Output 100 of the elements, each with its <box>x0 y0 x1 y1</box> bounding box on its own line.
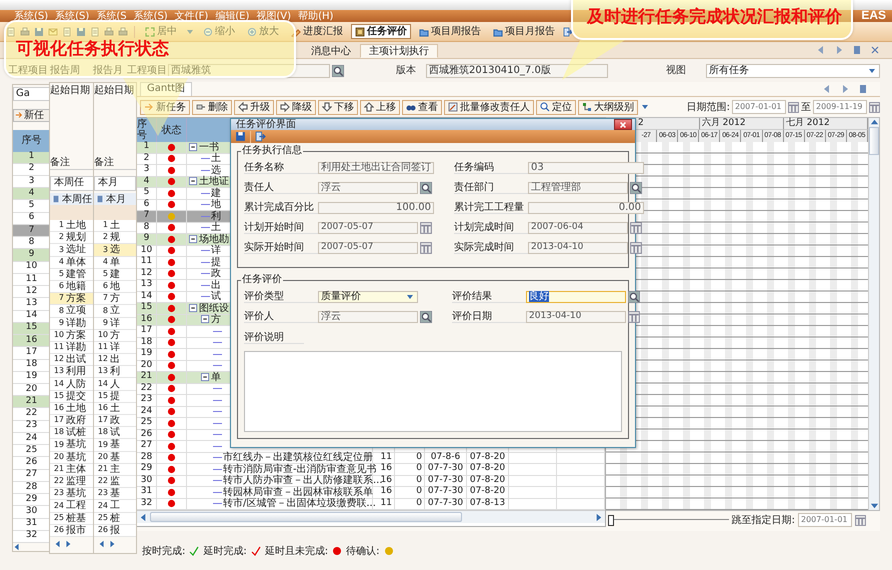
document-icon[interactable] <box>90 26 100 36</box>
comment-field[interactable] <box>244 351 622 432</box>
close-button[interactable] <box>614 119 632 130</box>
collapse-icon[interactable] <box>189 177 198 186</box>
search-icon[interactable] <box>420 310 432 322</box>
collapse-icon[interactable] <box>201 315 210 324</box>
task-row[interactable]: 5 建 <box>94 268 136 281</box>
printer-icon[interactable] <box>104 26 114 36</box>
view-dropdown[interactable]: 所有任务 <box>706 64 880 78</box>
calendar-icon[interactable] <box>788 102 799 112</box>
task-row[interactable]: 23 基坑 <box>50 488 94 500</box>
toolbar-button[interactable]: 升级 <box>234 100 274 114</box>
close-icon[interactable] <box>870 45 880 55</box>
window-tab[interactable]: 消息中心 <box>302 44 360 58</box>
task-row[interactable]: 26 报市 <box>50 524 94 537</box>
task-row[interactable]: 1 土 <box>94 220 136 232</box>
triangle-right-icon[interactable] <box>840 84 850 94</box>
task-row[interactable]: 6 地籍 <box>50 280 94 294</box>
task-row[interactable]: 17 政府 <box>50 415 94 428</box>
scroll-right-icon[interactable] <box>64 540 72 548</box>
toolbar-button[interactable]: 查看 <box>402 100 442 114</box>
task-row[interactable]: 11 详勘 <box>50 342 94 354</box>
task-row[interactable]: 12 出试 <box>50 354 94 366</box>
task-row[interactable]: 2 规 <box>94 232 136 244</box>
date-field[interactable]: 2009-11-19 <box>813 100 867 114</box>
task-row[interactable]: 25 桩基 <box>50 512 94 525</box>
scroll-down-icon[interactable] <box>870 501 878 510</box>
scroll-thumb[interactable] <box>869 127 879 155</box>
task-row[interactable]: 4 单体 <box>50 256 94 269</box>
printer-icon[interactable] <box>20 26 30 36</box>
search-icon[interactable] <box>420 182 432 194</box>
panel-tab[interactable]: Ga <box>13 87 50 101</box>
task-row[interactable]: 3 选址 <box>50 244 94 257</box>
task-row[interactable]: 22 监 <box>94 476 136 488</box>
task-row[interactable]: 22 监理 <box>50 476 94 488</box>
exit-icon[interactable] <box>563 26 573 36</box>
task-row[interactable]: 2 规划 <box>50 232 94 244</box>
scroll-left-icon[interactable] <box>54 540 62 548</box>
text-field[interactable]: 浮云 <box>318 310 418 322</box>
scroll-left-icon[interactable] <box>13 543 21 552</box>
gantt-tab[interactable]: Gantt图 <box>140 82 192 96</box>
date-field[interactable]: 2007-01-01 <box>798 513 852 527</box>
toolbar-button[interactable]: 删除 <box>192 100 232 114</box>
task-row[interactable]: 16 土 <box>94 402 136 415</box>
text-field[interactable]: 良好 <box>526 290 626 302</box>
text-field[interactable]: 浮云 <box>318 182 418 194</box>
text-field[interactable]: 100.00 <box>318 202 434 214</box>
toolbar-button[interactable]: 下移 <box>318 100 358 114</box>
scroll-left-icon[interactable] <box>139 512 148 522</box>
collapse-icon[interactable] <box>189 304 198 313</box>
triangle-left-icon[interactable] <box>822 84 832 94</box>
document-icon[interactable] <box>6 26 16 36</box>
task-row[interactable]: 25 桩 <box>94 512 136 525</box>
horizontal-scrollbar[interactable] <box>137 510 605 523</box>
calendar-icon[interactable] <box>855 514 866 526</box>
panel-tab[interactable]: 本周任 <box>50 176 94 191</box>
printer-icon[interactable] <box>118 26 128 36</box>
toolbar-button[interactable]: 进度汇报 <box>287 24 347 39</box>
task-row[interactable]: 11 详 <box>94 342 136 354</box>
task-row[interactable]: 12 出 <box>94 354 136 366</box>
square-icon[interactable] <box>858 84 868 94</box>
date-field[interactable]: 2007-01-01 <box>732 100 786 114</box>
task-row[interactable]: 19 基 <box>94 439 136 452</box>
search-icon[interactable] <box>628 290 640 302</box>
collapse-icon[interactable] <box>189 234 198 244</box>
text-field[interactable]: 利用处土地出让合同签订 <box>318 162 434 174</box>
task-row[interactable]: 14 人 <box>94 378 136 391</box>
toolbar-button[interactable]: 任务评价 <box>351 24 411 39</box>
task-row[interactable]: 5 建管 <box>50 268 94 281</box>
task-row[interactable]: 16 土地 <box>50 402 94 415</box>
task-row[interactable]: 9 详 <box>94 318 136 330</box>
calendar-icon[interactable] <box>630 242 642 254</box>
toolbar-button[interactable]: 项目月报告 <box>489 24 559 39</box>
search-icon[interactable] <box>630 182 642 194</box>
date-field[interactable]: 2007-06-04 <box>528 222 628 234</box>
toolbar-button[interactable]: 定位 <box>536 100 576 114</box>
text-field[interactable]: 工程管理部 <box>528 182 628 194</box>
search-icon[interactable] <box>332 64 344 76</box>
task-row[interactable]: 14 人防 <box>50 378 94 391</box>
date-field[interactable]: 2007-05-07 <box>318 242 418 254</box>
task-row[interactable]: 17 政 <box>94 415 136 428</box>
date-field[interactable]: 2013-04-10 <box>528 242 628 254</box>
scroll-right-icon[interactable] <box>108 540 116 548</box>
text-field[interactable]: 03 <box>528 162 644 174</box>
calendar-icon[interactable] <box>869 102 880 112</box>
slider-thumb[interactable] <box>608 515 614 526</box>
text-field[interactable]: 0.00 <box>528 202 644 214</box>
date-field[interactable]: 2013-04-10 <box>526 310 626 322</box>
panel-tab[interactable]: 本月 <box>94 176 136 191</box>
task-row[interactable]: 24 工 <box>94 500 136 512</box>
new-button[interactable]: 新任 <box>13 108 50 122</box>
task-row[interactable]: 26 报 <box>94 524 136 537</box>
toolbar-button[interactable]: 上移 <box>360 100 400 114</box>
triangle-right-icon[interactable] <box>834 45 844 55</box>
scroll-left-icon[interactable] <box>98 540 106 548</box>
scroll-thumb[interactable] <box>150 512 462 522</box>
task-row[interactable]: 20 基 <box>94 452 136 464</box>
task-row[interactable]: 19 基坑 <box>50 439 94 452</box>
dropdown[interactable]: 质量评价 <box>318 290 418 302</box>
task-row[interactable]: 23 基 <box>94 488 136 500</box>
